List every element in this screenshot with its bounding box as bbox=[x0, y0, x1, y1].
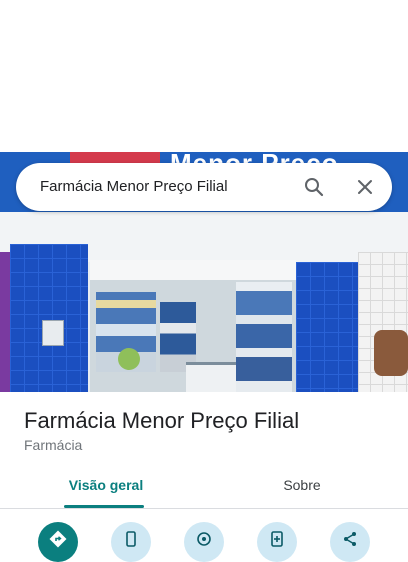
call-button[interactable] bbox=[111, 522, 151, 562]
directions-button[interactable] bbox=[38, 522, 78, 562]
store-shelf-right bbox=[236, 282, 292, 392]
directions-icon bbox=[49, 530, 67, 548]
search-icon[interactable] bbox=[302, 175, 326, 199]
tab-selected-indicator bbox=[64, 505, 144, 508]
save-button[interactable] bbox=[257, 522, 297, 562]
store-wall-box bbox=[42, 320, 64, 346]
top-blank-area bbox=[0, 0, 408, 152]
share-icon bbox=[344, 532, 356, 546]
store-ceiling bbox=[90, 260, 296, 280]
store-plant bbox=[118, 348, 140, 370]
place-category: Farmácia bbox=[24, 437, 83, 453]
hanging-goods bbox=[374, 330, 408, 376]
place-tabs: Visão geral Sobre bbox=[0, 468, 408, 509]
tab-about[interactable]: Sobre bbox=[252, 468, 352, 508]
store-wall-left bbox=[10, 244, 88, 392]
search-query-text[interactable]: Farmácia Menor Preço Filial bbox=[40, 163, 228, 211]
store-counter bbox=[186, 362, 236, 392]
store-wall-right bbox=[296, 262, 358, 392]
share-button[interactable] bbox=[330, 522, 370, 562]
tab-overview[interactable]: Visão geral bbox=[56, 468, 156, 508]
phone-icon bbox=[126, 531, 136, 547]
location-icon bbox=[197, 532, 211, 546]
location-button[interactable] bbox=[184, 522, 224, 562]
close-icon[interactable] bbox=[353, 175, 377, 199]
save-icon bbox=[271, 531, 283, 547]
search-bar[interactable]: Farmácia Menor Preço Filial bbox=[16, 163, 392, 211]
place-title: Farmácia Menor Preço Filial bbox=[24, 408, 300, 433]
